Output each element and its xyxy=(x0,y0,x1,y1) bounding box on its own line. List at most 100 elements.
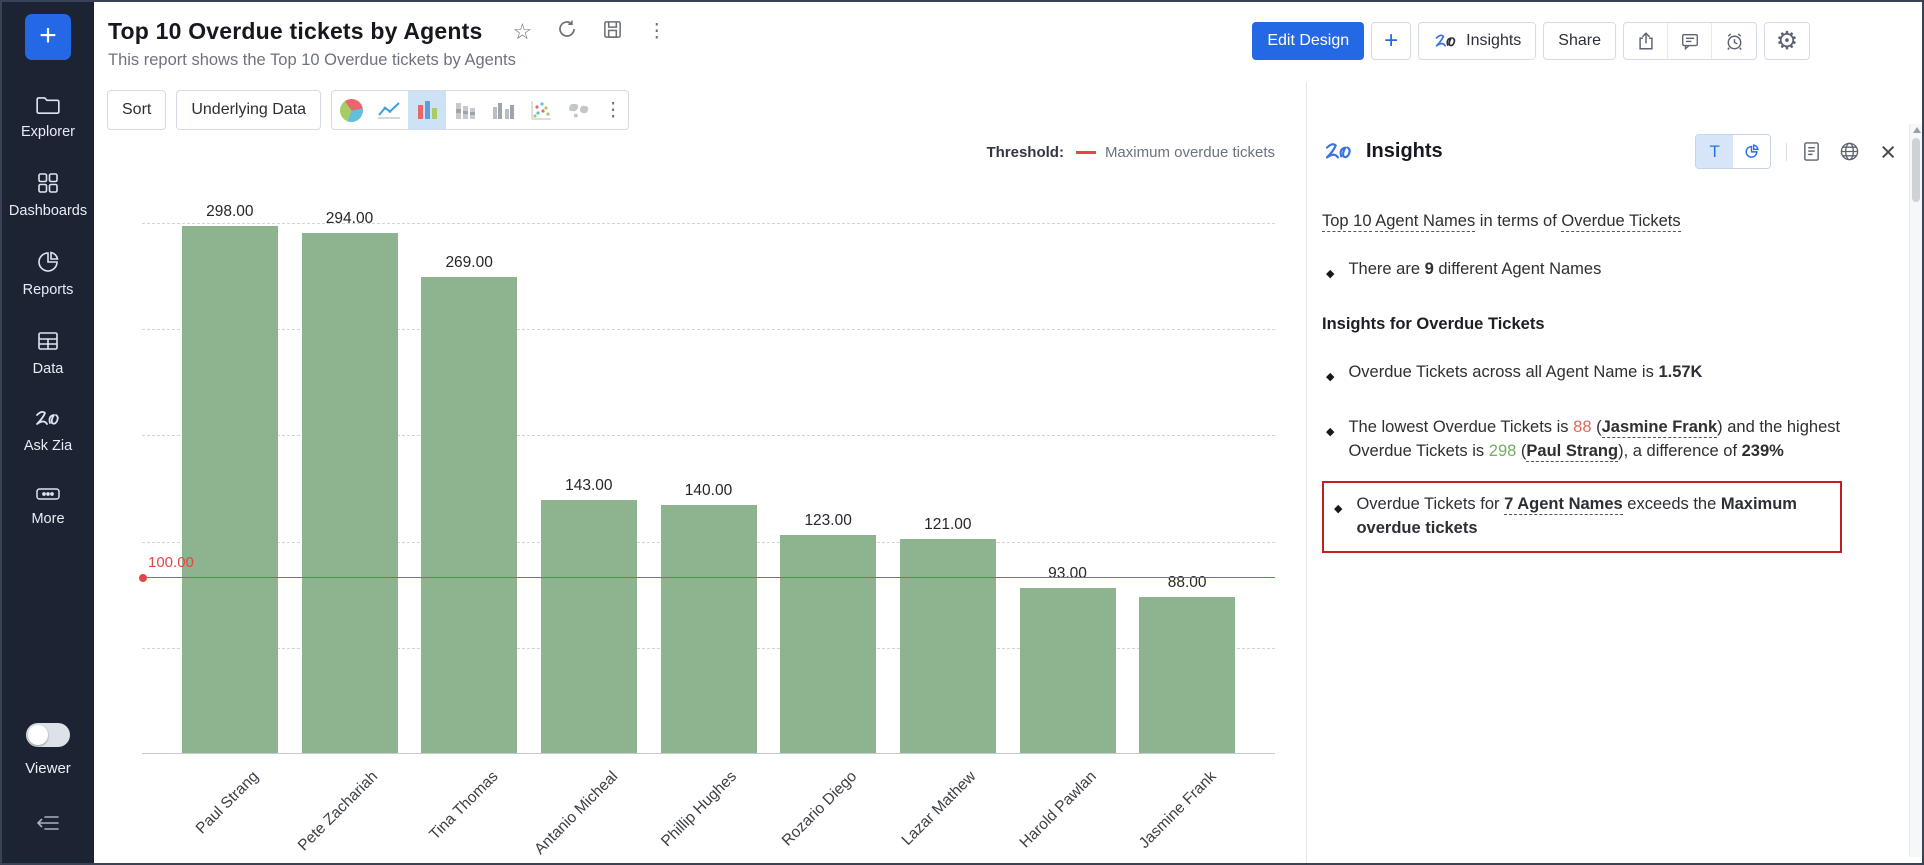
diamond-bullet-icon: ◆ xyxy=(1326,365,1334,389)
save-icon[interactable] xyxy=(602,19,623,45)
insight-bullet-count: ◆ There are 9 different Agent Names xyxy=(1322,257,1864,286)
diamond-bullet-icon: ◆ xyxy=(1326,420,1334,463)
page-title: Top 10 Overdue tickets by Agents xyxy=(108,18,483,45)
zia-icon xyxy=(1322,140,1356,164)
bar[interactable] xyxy=(661,505,757,753)
schedule-alarm-icon[interactable] xyxy=(1712,23,1756,59)
bar-chart-type-icon[interactable] xyxy=(408,91,446,129)
close-icon[interactable]: × xyxy=(1880,140,1896,164)
bar-value-label: 298.00 xyxy=(170,203,290,221)
more-kebab-icon[interactable]: ⋮ xyxy=(647,21,666,43)
sidebar-item-dashboards[interactable]: Dashboards xyxy=(9,171,87,219)
app-window: + Explorer Dashboards Reports xyxy=(0,0,1924,865)
scrollbar-thumb[interactable] xyxy=(1912,138,1920,202)
chart-type-more-kebab-icon[interactable]: ⋮ xyxy=(598,91,628,129)
bar[interactable] xyxy=(182,226,278,753)
sidebar-item-more[interactable]: More xyxy=(31,485,64,527)
bar[interactable] xyxy=(780,535,876,753)
reports-pie-icon xyxy=(36,250,60,274)
header-actions: Edit Design + Insights Share xyxy=(1252,22,1810,60)
viewer-label: Viewer xyxy=(2,760,94,777)
sidebar-item-reports[interactable]: Reports xyxy=(23,250,74,298)
viewer-toggle[interactable] xyxy=(26,723,70,747)
bar[interactable] xyxy=(1020,588,1116,753)
add-button[interactable]: + xyxy=(1371,22,1411,60)
insights-button-label: Insights xyxy=(1466,32,1521,50)
x-axis-label: Antanio Micheal xyxy=(531,768,622,859)
insight-bullet-threshold: ◆ Overdue Tickets for 7 Agent Names exce… xyxy=(1330,492,1830,540)
refresh-icon[interactable] xyxy=(556,18,578,45)
insights-panel-title: Insights xyxy=(1366,140,1443,163)
bar-value-label: 269.00 xyxy=(409,254,529,272)
summary-doc-icon[interactable] xyxy=(1802,141,1821,162)
x-axis-label: Rozario Diego xyxy=(779,768,861,850)
insight-bullet-range: ◆ The lowest Overdue Tickets is 88 (Jasm… xyxy=(1322,415,1864,463)
bar[interactable] xyxy=(541,500,637,753)
insight-section-heading: Insights for Overdue Tickets xyxy=(1322,312,1864,336)
x-axis-label: Pete Zachariah xyxy=(295,768,382,855)
main-area: Top 10 Overdue tickets by Agents ☆ ⋮ Thi… xyxy=(94,2,1922,863)
bar-value-label: 123.00 xyxy=(768,512,888,530)
x-axis-label: Jasmine Frank xyxy=(1135,768,1220,853)
stacked-bar-chart-type-icon[interactable] xyxy=(446,91,484,129)
share-button[interactable]: Share xyxy=(1543,22,1616,60)
sidebar-item-label: Data xyxy=(33,361,64,377)
sidebar-item-label: Dashboards xyxy=(9,203,87,219)
insights-button[interactable]: Insights xyxy=(1418,22,1536,60)
bar[interactable] xyxy=(900,539,996,753)
text-view-icon[interactable]: T xyxy=(1696,135,1733,168)
bar-value-label: 294.00 xyxy=(290,210,410,228)
chart-view-icon[interactable] xyxy=(1733,135,1770,168)
sort-button[interactable]: Sort xyxy=(107,90,166,130)
sidebar-item-label: Reports xyxy=(23,282,74,298)
bar-value-label: 140.00 xyxy=(649,482,769,500)
sidebar-item-ask-zia[interactable]: Ask Zia xyxy=(24,408,72,454)
locale-globe-icon[interactable] xyxy=(1839,141,1860,162)
line-chart-type-icon[interactable] xyxy=(370,91,408,129)
insights-panel: Insights T × xyxy=(1306,82,1922,863)
zia-icon xyxy=(33,408,63,430)
underlying-data-button[interactable]: Underlying Data xyxy=(176,90,321,130)
comment-icon[interactable] xyxy=(1668,23,1712,59)
edit-design-button[interactable]: Edit Design xyxy=(1252,22,1364,60)
bar[interactable] xyxy=(302,233,398,753)
chart-toolbar: Sort Underlying Data xyxy=(107,90,629,130)
toggle-knob xyxy=(28,725,48,745)
create-new-button[interactable]: + xyxy=(25,14,71,60)
legend-threshold-name: Maximum overdue tickets xyxy=(1105,144,1275,161)
diamond-bullet-icon: ◆ xyxy=(1326,262,1334,286)
scrollbar[interactable] xyxy=(1909,124,1922,857)
map-chart-type-icon[interactable] xyxy=(560,91,598,129)
bar-value-label: 121.00 xyxy=(888,516,1008,534)
sidebar-item-label: Explorer xyxy=(21,124,75,140)
insight-headline: Top 10 Agent Names in terms of Overdue T… xyxy=(1322,209,1864,233)
header-icon-group xyxy=(1623,22,1757,60)
settings-gear-icon[interactable]: ⚙ xyxy=(1764,22,1810,60)
chart-type-switcher: ⋮ xyxy=(331,90,629,130)
x-axis-label: Harold Pawlan xyxy=(1016,768,1100,852)
sidebar-item-data[interactable]: Data xyxy=(33,329,64,377)
collapse-sidebar-icon[interactable] xyxy=(2,812,94,839)
x-axis-label: Tina Thomas xyxy=(426,768,502,844)
pie-chart-type-icon[interactable] xyxy=(332,91,370,129)
data-table-icon xyxy=(36,329,60,353)
insights-content: Top 10 Agent Names in terms of Overdue T… xyxy=(1307,209,1922,553)
x-axis-label: Phillip Hughes xyxy=(658,768,741,851)
sidebar-item-explorer[interactable]: Explorer xyxy=(21,94,75,140)
bar[interactable] xyxy=(1139,597,1235,753)
insight-bullet-total: ◆ Overdue Tickets across all Agent Name … xyxy=(1322,360,1864,389)
bar[interactable] xyxy=(421,277,517,753)
insights-view-toggle: T xyxy=(1695,134,1771,169)
grouped-bar-chart-type-icon[interactable] xyxy=(484,91,522,129)
diamond-bullet-icon: ◆ xyxy=(1334,497,1342,540)
bar-value-label: 143.00 xyxy=(529,477,649,495)
legend-title: Threshold: xyxy=(986,144,1064,161)
report-header: Top 10 Overdue tickets by Agents ☆ ⋮ Thi… xyxy=(94,2,1922,82)
scatter-chart-type-icon[interactable] xyxy=(522,91,560,129)
x-axis-label: Lazar Mathew xyxy=(899,768,981,850)
x-axis-label: Paul Strang xyxy=(193,768,263,838)
favorite-star-icon[interactable]: ☆ xyxy=(513,21,533,43)
export-icon[interactable] xyxy=(1624,23,1668,59)
threshold-legend: Threshold: Maximum overdue tickets xyxy=(986,144,1275,161)
scroll-up-icon[interactable] xyxy=(1913,127,1921,133)
